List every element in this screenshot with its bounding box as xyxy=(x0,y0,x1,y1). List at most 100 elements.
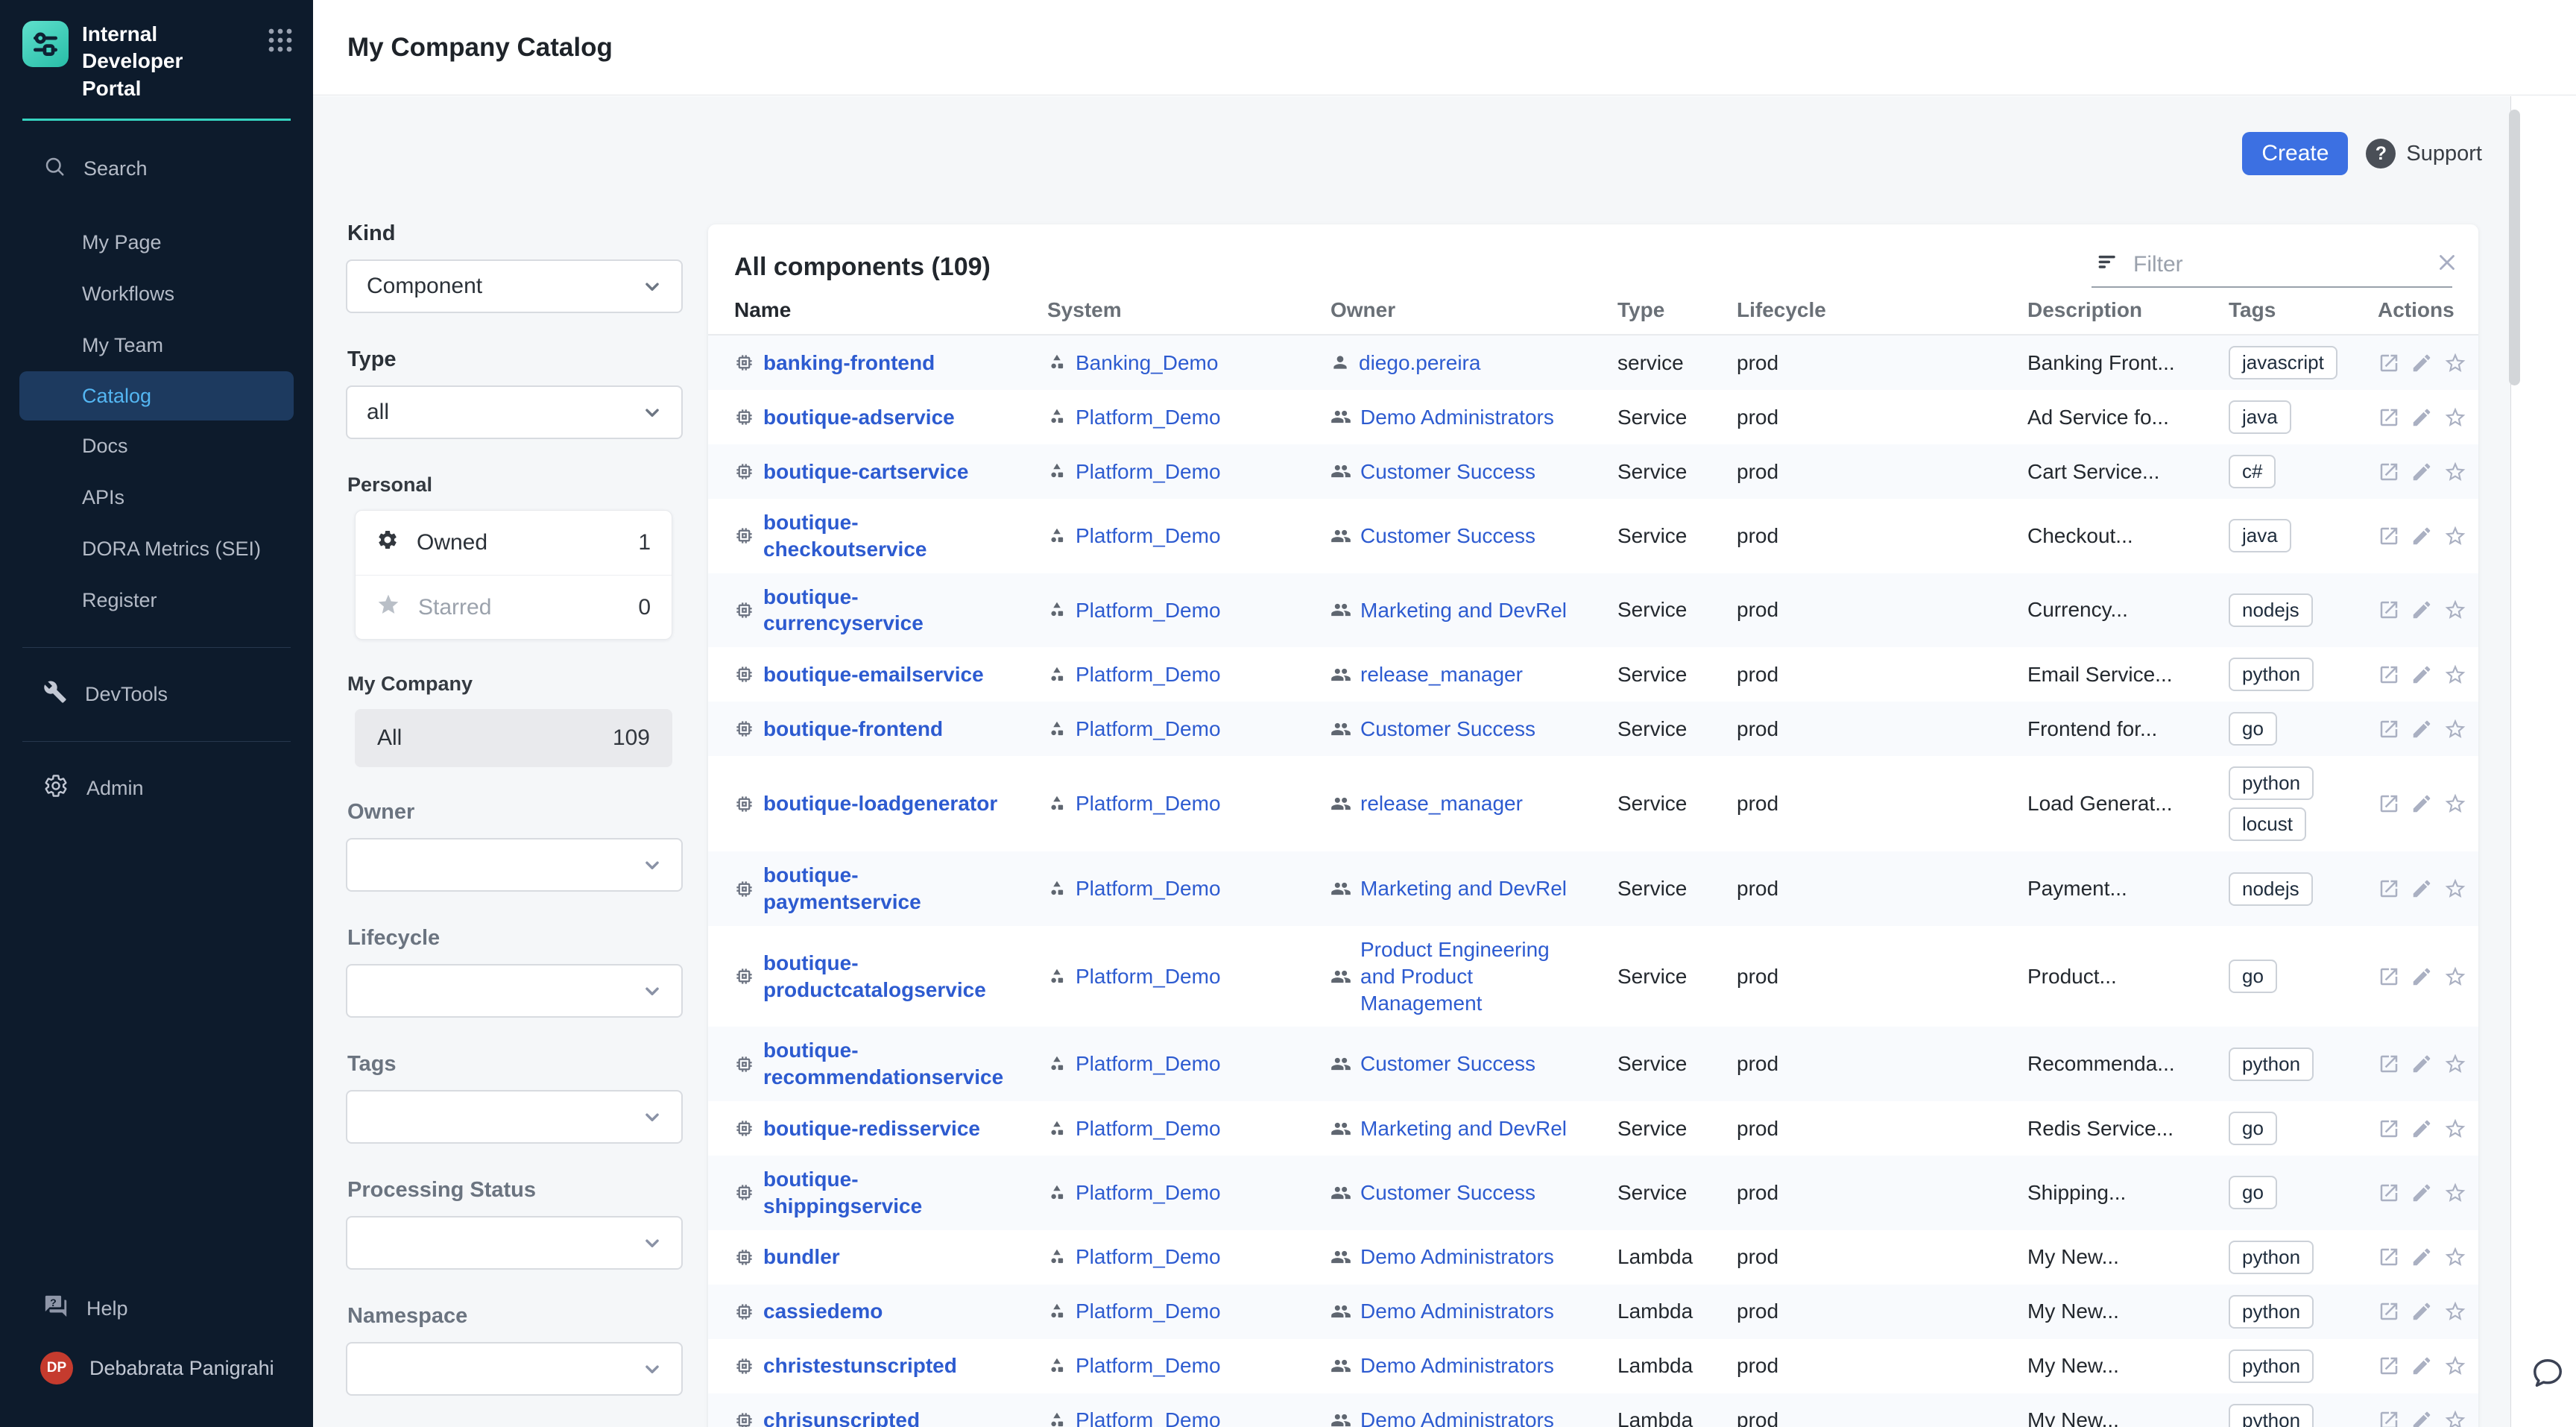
component-link[interactable]: boutique-productcatalogservice xyxy=(763,950,1009,1004)
star-icon[interactable] xyxy=(2443,1181,2467,1205)
sidebar-item-admin[interactable]: Admin xyxy=(0,763,313,814)
column-header-tags[interactable]: Tags xyxy=(2229,298,2378,322)
open-in-new-icon[interactable] xyxy=(2378,1118,2400,1140)
star-icon[interactable] xyxy=(2443,1300,2467,1323)
edit-icon[interactable] xyxy=(2411,599,2433,621)
owner-link[interactable]: Customer Success xyxy=(1360,1179,1535,1206)
star-icon[interactable] xyxy=(2443,524,2467,548)
owner-link[interactable]: Demo Administrators xyxy=(1360,1244,1554,1270)
type-select[interactable]: all xyxy=(346,385,683,439)
edit-icon[interactable] xyxy=(2411,1118,2433,1140)
star-icon[interactable] xyxy=(2443,1354,2467,1378)
open-in-new-icon[interactable] xyxy=(2378,965,2400,988)
system-link[interactable]: Platform_Demo xyxy=(1076,597,1221,624)
starred-filter[interactable]: Starred 0 xyxy=(356,575,672,639)
star-icon[interactable] xyxy=(2443,406,2467,429)
edit-icon[interactable] xyxy=(2411,1246,2433,1268)
system-link[interactable]: Platform_Demo xyxy=(1076,661,1221,688)
open-in-new-icon[interactable] xyxy=(2378,1182,2400,1204)
sidebar-item-catalog[interactable]: Catalog xyxy=(19,371,294,420)
open-in-new-icon[interactable] xyxy=(2378,599,2400,621)
system-link[interactable]: Platform_Demo xyxy=(1076,523,1221,549)
vertical-scrollbar[interactable] xyxy=(2509,110,2520,385)
owner-link[interactable]: Customer Success xyxy=(1360,716,1535,743)
system-link[interactable]: Platform_Demo xyxy=(1076,1115,1221,1142)
owner-link[interactable]: Demo Administrators xyxy=(1360,404,1554,431)
edit-icon[interactable] xyxy=(2411,1053,2433,1075)
namespace-select[interactable] xyxy=(346,1342,683,1396)
sidebar-item-dora-metrics-sei-[interactable]: DORA Metrics (SEI) xyxy=(0,523,313,575)
column-header-actions[interactable]: Actions xyxy=(2378,298,2467,322)
edit-icon[interactable] xyxy=(2411,664,2433,686)
owner-link[interactable]: release_manager xyxy=(1360,661,1523,688)
open-in-new-icon[interactable] xyxy=(2378,1409,2400,1427)
star-icon[interactable] xyxy=(2443,598,2467,622)
owner-link[interactable]: Product Engineering and Product Manageme… xyxy=(1360,936,1573,1016)
close-icon[interactable] xyxy=(2434,250,2460,279)
apps-grid-icon[interactable] xyxy=(267,27,294,57)
system-link[interactable]: Platform_Demo xyxy=(1076,1050,1221,1077)
star-icon[interactable] xyxy=(2443,460,2467,484)
sidebar-item-help[interactable]: ? Help xyxy=(0,1283,313,1335)
component-link[interactable]: banking-frontend xyxy=(763,350,935,377)
support-button[interactable]: ? Support xyxy=(2366,139,2482,168)
owner-link[interactable]: Customer Success xyxy=(1360,459,1535,485)
create-button[interactable]: Create xyxy=(2242,132,2348,175)
open-in-new-icon[interactable] xyxy=(2378,352,2400,374)
system-link[interactable]: Platform_Demo xyxy=(1076,1352,1221,1379)
system-link[interactable]: Banking_Demo xyxy=(1076,350,1218,377)
owner-link[interactable]: Demo Administrators xyxy=(1360,1407,1554,1427)
edit-icon[interactable] xyxy=(2411,878,2433,900)
star-icon[interactable] xyxy=(2443,351,2467,375)
open-in-new-icon[interactable] xyxy=(2378,1246,2400,1268)
column-header-lifecycle[interactable]: Lifecycle xyxy=(1737,298,2027,322)
component-link[interactable]: boutique-recommendationservice xyxy=(763,1037,1009,1091)
component-link[interactable]: chrisunscripted xyxy=(763,1407,920,1427)
system-link[interactable]: Platform_Demo xyxy=(1076,1179,1221,1206)
all-filter[interactable]: All 109 xyxy=(355,709,672,767)
component-link[interactable]: boutique-redisservice xyxy=(763,1115,980,1142)
star-icon[interactable] xyxy=(2443,877,2467,901)
open-in-new-icon[interactable] xyxy=(2378,878,2400,900)
sidebar-item-my-team[interactable]: My Team xyxy=(0,320,313,371)
edit-icon[interactable] xyxy=(2411,1182,2433,1204)
open-in-new-icon[interactable] xyxy=(2378,406,2400,429)
sidebar-item-workflows[interactable]: Workflows xyxy=(0,268,313,320)
system-link[interactable]: Platform_Demo xyxy=(1076,1298,1221,1325)
system-link[interactable]: Platform_Demo xyxy=(1076,1407,1221,1427)
owner-link[interactable]: Marketing and DevRel xyxy=(1360,875,1567,902)
star-icon[interactable] xyxy=(2443,1408,2467,1427)
user-menu[interactable]: DP Debabrata Panigrahi xyxy=(0,1335,313,1402)
system-link[interactable]: Platform_Demo xyxy=(1076,716,1221,743)
edit-icon[interactable] xyxy=(2411,718,2433,740)
table-filter-input[interactable] xyxy=(2132,251,2422,278)
component-link[interactable]: christestunscripted xyxy=(763,1352,957,1379)
column-header-name[interactable]: Name xyxy=(734,298,1047,322)
open-in-new-icon[interactable] xyxy=(2378,461,2400,483)
component-link[interactable]: boutique-cartservice xyxy=(763,459,968,485)
system-link[interactable]: Platform_Demo xyxy=(1076,790,1221,817)
component-link[interactable]: bundler xyxy=(763,1244,840,1270)
sidebar-item-register[interactable]: Register xyxy=(0,575,313,626)
column-header-owner[interactable]: Owner xyxy=(1330,298,1617,322)
sidebar-item-my-page[interactable]: My Page xyxy=(0,217,313,268)
processing-status-select[interactable] xyxy=(346,1216,683,1270)
kind-select[interactable]: Component xyxy=(346,259,683,313)
component-link[interactable]: boutique-frontend xyxy=(763,716,943,743)
star-icon[interactable] xyxy=(2443,965,2467,989)
sidebar-item-apis[interactable]: APIs xyxy=(0,472,313,523)
owner-link[interactable]: release_manager xyxy=(1360,790,1523,817)
sidebar-item-search[interactable]: Search xyxy=(0,143,313,195)
owner-link[interactable]: Customer Success xyxy=(1360,523,1535,549)
edit-icon[interactable] xyxy=(2411,461,2433,483)
edit-icon[interactable] xyxy=(2411,525,2433,547)
system-link[interactable]: Platform_Demo xyxy=(1076,875,1221,902)
tags-select[interactable] xyxy=(346,1090,683,1144)
open-in-new-icon[interactable] xyxy=(2378,525,2400,547)
component-link[interactable]: cassiedemo xyxy=(763,1298,883,1325)
column-header-type[interactable]: Type xyxy=(1617,298,1737,322)
sidebar-item-devtools[interactable]: DevTools xyxy=(0,669,313,720)
open-in-new-icon[interactable] xyxy=(2378,718,2400,740)
open-in-new-icon[interactable] xyxy=(2378,793,2400,815)
system-link[interactable]: Platform_Demo xyxy=(1076,963,1221,990)
